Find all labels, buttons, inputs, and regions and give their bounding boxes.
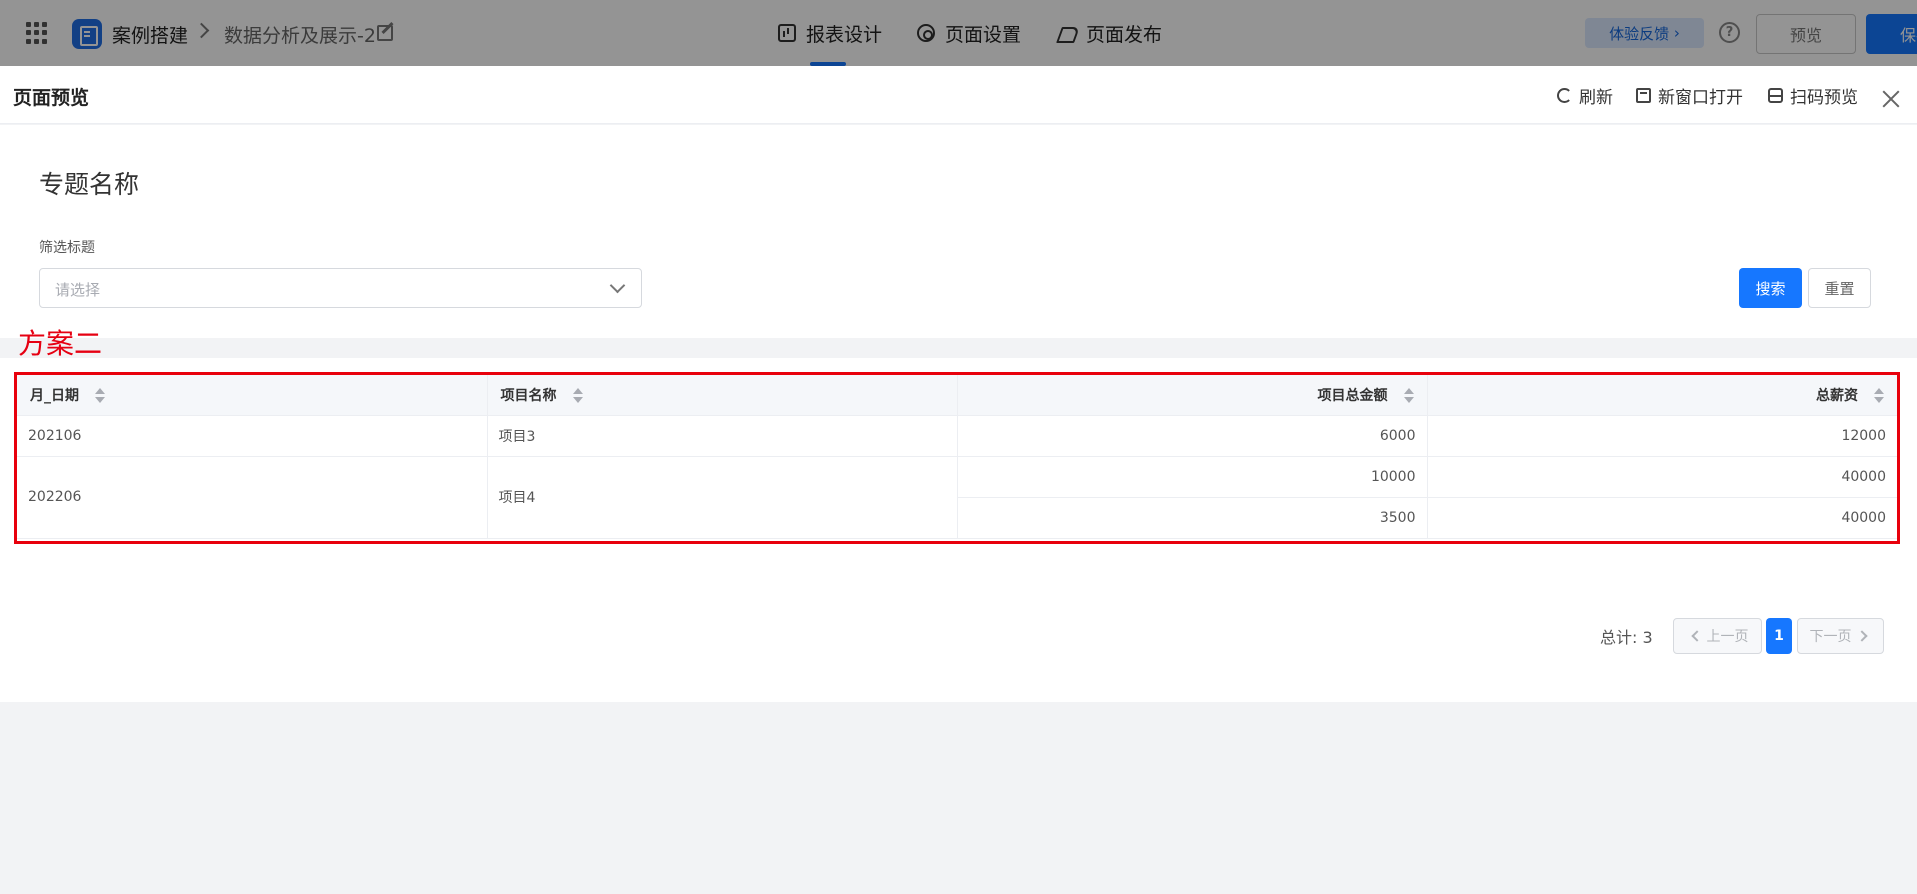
sort-icon[interactable] [95,387,105,404]
refresh-icon [1557,88,1572,103]
sort-icon[interactable] [1874,387,1884,404]
cell-total-amount: 6000 [957,415,1428,457]
qr-preview-button[interactable]: 扫码预览 [1768,83,1858,108]
app-logo-icon [72,19,102,49]
filter-section: 专题名称 筛选标题 请选择 搜索 重置 [0,125,1917,338]
tab-label: 报表设计 [806,23,883,46]
next-page-label: 下一页 [1809,629,1852,645]
preview-button[interactable]: 预览 [1756,14,1856,54]
open-new-window-button[interactable]: 新窗口打开 [1636,83,1743,108]
help-icon[interactable]: ? [1719,22,1740,43]
search-button[interactable]: 搜索 [1739,268,1802,308]
feedback-button[interactable]: 体验反馈 › [1585,18,1704,48]
drawer-header: 页面预览 刷新 新窗口打开 扫码预览 [0,66,1917,124]
save-button[interactable]: 保存 [1866,14,1917,54]
table-row: 202206 项目4 10000 40000 [17,456,1897,539]
apps-grid-icon[interactable] [26,22,48,44]
page-preview-drawer: 页面预览 刷新 新窗口打开 扫码预览 专题名称 筛选标题 请选择 搜索 重置 方… [0,66,1917,894]
pagination-total: 总计: 3 [1600,628,1653,647]
topic-title: 专题名称 [39,170,140,199]
tab-label: 页面设置 [945,23,1022,46]
chevron-right-icon: › [1669,24,1680,42]
chevron-right-icon [1855,630,1868,642]
scan-icon [1768,88,1783,103]
feedback-label: 体验反馈 [1609,24,1670,43]
chevron-left-icon [1690,630,1703,642]
breadcrumb-chevron-icon [193,22,210,39]
column-header-project[interactable]: 项目名称 [487,375,958,416]
section-divider [0,338,1917,358]
tab-page-settings[interactable]: 页面设置 [917,0,1021,66]
header-label: 项目名称 [500,387,557,404]
filter-label: 筛选标题 [39,240,95,256]
chevron-down-icon [609,277,626,294]
annotation-text: 方案二 [18,327,103,360]
table-header-row: 月_日期 项目名称 项目总金额 总薪资 [17,375,1897,416]
cell-total-salary: 40000 [1427,497,1897,539]
next-page-button[interactable]: 下一页 [1797,618,1884,654]
tab-page-publish[interactable]: 页面发布 [1058,0,1162,66]
table-row: 202106 项目3 6000 12000 [17,415,1897,457]
cell-project: 项目4 [487,456,958,539]
report-preview: 专题名称 筛选标题 请选择 搜索 重置 方案二 月_日期 项目名称 项目总金额 … [0,125,1917,702]
cell-total-amount: 10000 [957,456,1428,498]
refresh-label: 刷新 [1579,88,1613,108]
reset-button[interactable]: 重置 [1808,268,1871,308]
column-header-total-amount[interactable]: 项目总金额 [957,375,1428,416]
window-icon [1636,88,1651,103]
gear-icon [917,24,935,42]
send-icon [1058,24,1076,42]
tab-label: 页面发布 [1086,23,1163,46]
sort-icon[interactable] [572,387,583,404]
open-new-window-label: 新窗口打开 [1658,88,1743,108]
chart-icon [778,24,796,42]
cell-total-salary: 12000 [1427,415,1897,457]
cell-date: 202106 [17,415,488,457]
drawer-title: 页面预览 [13,87,90,109]
top-bar: 案例搭建 数据分析及展示-2 报表设计 页面设置 页面发布 体验反馈 › ? 预… [0,0,1917,66]
column-header-date[interactable]: 月_日期 [17,375,488,416]
page-name: 数据分析及展示-2 [224,25,376,47]
tab-report-design[interactable]: 报表设计 [778,0,882,66]
page-number-current[interactable]: 1 [1766,618,1792,654]
cell-project: 项目3 [487,415,958,457]
close-icon[interactable] [1882,90,1900,108]
prev-page-button[interactable]: 上一页 [1673,618,1762,654]
filter-select[interactable]: 请选择 [39,268,642,308]
header-label: 月_日期 [30,387,79,404]
column-header-total-salary[interactable]: 总薪资 [1427,375,1897,416]
qr-preview-label: 扫码预览 [1790,88,1858,108]
select-placeholder: 请选择 [55,281,101,299]
cell-date: 202206 [17,456,488,539]
cell-total-salary: 40000 [1427,456,1897,498]
sort-icon[interactable] [1403,387,1414,404]
data-table-highlight: 月_日期 项目名称 项目总金额 总薪资 202106 项目3 6000 1200… [14,372,1900,544]
refresh-button[interactable]: 刷新 [1557,83,1613,108]
cell-total-amount: 3500 [957,497,1428,539]
prev-page-label: 上一页 [1706,629,1749,645]
header-label: 总薪资 [1816,387,1858,404]
edit-name-icon[interactable] [377,25,393,41]
header-label: 项目总金额 [1317,387,1388,404]
app-name[interactable]: 案例搭建 [112,21,188,48]
data-table: 月_日期 项目名称 项目总金额 总薪资 202106 项目3 6000 1200… [17,375,1897,539]
